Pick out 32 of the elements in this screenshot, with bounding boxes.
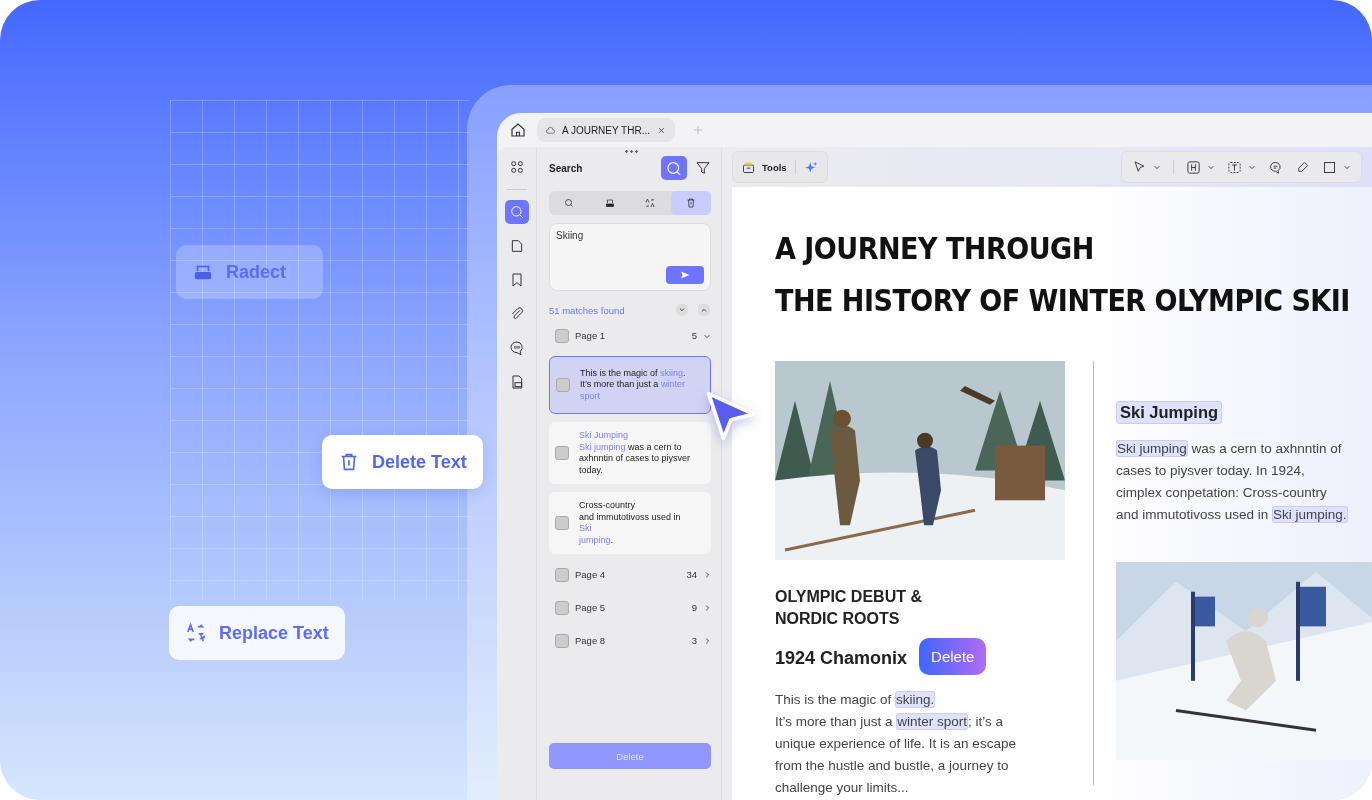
section-heading: OLYMPIC DEBUT & NORDIC ROOTS [775,587,923,629]
page-label: Page 8 [575,635,607,646]
tools-button[interactable]: Tools [741,159,787,175]
search-result-card[interactable]: This is the magic of skiing. It’s more than just a winter sport [549,356,711,414]
delete-tooltip-button[interactable]: Delete [919,638,987,675]
result-text: Ski Jumping Ski jumping was a cern to axhnntin of cases to piysver today. [579,430,692,476]
match-count: 5 [691,330,697,341]
matches-count: 51 matches found [549,304,626,316]
page-label: Page 4 [575,569,607,580]
feature-badge: Replace Text [169,606,345,660]
tab-title: A JOURNEY THR... [562,124,650,136]
document-tab[interactable]: A JOURNEY THR... [537,118,675,142]
panel-title: Search [549,162,584,174]
document-title: THE HISTORY OF WINTER OLYMPIC SKII [775,282,1351,320]
match-count: 9 [691,602,697,613]
match-count: 3 [691,635,697,646]
search-result-card[interactable]: Cross-country and immutotivoss used in Ski jumping. [549,492,711,554]
search-result-card[interactable]: Ski Jumping Ski jumping was a cern to axhnntin of cases to piysver today. [549,422,711,484]
result-text: This is the magic of skiing. It’s more than just a winter sport [580,367,687,403]
match-count: 34 [686,569,697,580]
paragraph: This is the magic of skiing. It’s more than just a winter sport; it’s a unique experience of life. It is an escape from the hustle and bustle, a journey to challenge your limits... [775,690,1017,797]
document-title: A JOURNEY THROUGH [775,230,1095,268]
search-box[interactable]: Skiing [549,223,711,291]
feature-badge: Radect [176,245,323,299]
section-subheading: 1924 Chamonix [775,648,908,669]
page-label: Page 1 [575,330,607,341]
feature-badge: Delete Text [322,435,483,489]
page-label: Page 5 [575,602,607,613]
section-heading: Ski Jumping [1116,401,1223,424]
paragraph: Ski jumping was a cern to axhnntin of cases to piysver today. In 1924, cimplex conpetation: Cross-country and immutotivoss used in Ski jumping. [1116,439,1349,525]
search-input-field[interactable]: Skiing [550,224,702,247]
result-text: Cross-country and immutotivoss used in Ski jumping. [579,500,681,546]
